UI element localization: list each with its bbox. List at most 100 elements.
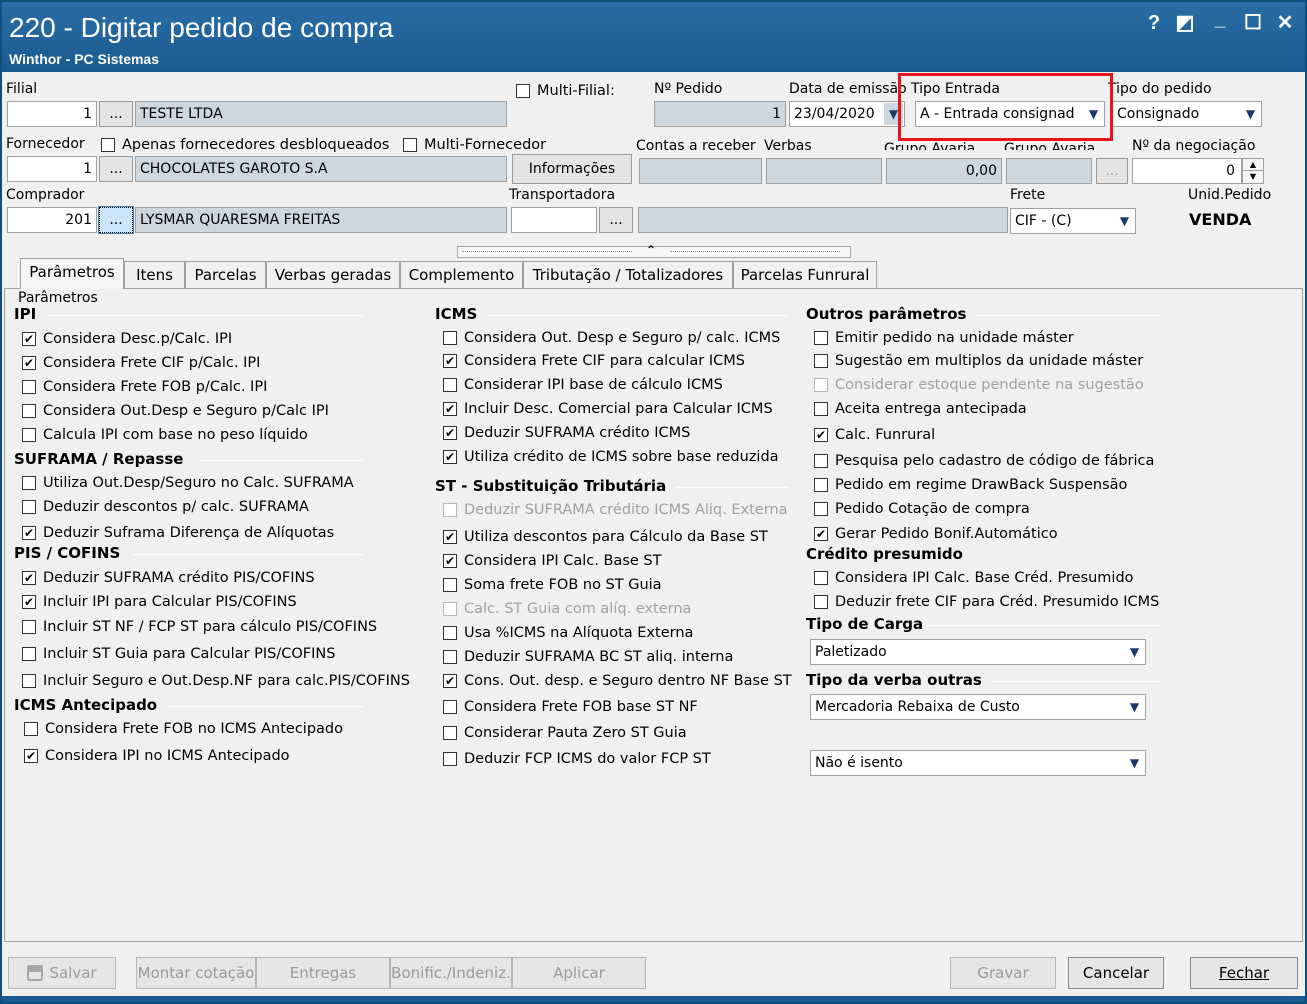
option-checkbox[interactable]: Deduzir frete CIF para Créd. Presumido I… bbox=[814, 592, 1159, 612]
help-icon[interactable]: ? bbox=[1141, 10, 1167, 36]
option-checkbox[interactable]: Deduzir SUFRAMA BC ST aliq. interna bbox=[443, 647, 733, 667]
transportadora-code-input[interactable] bbox=[511, 207, 597, 233]
transportadora-lookup-button[interactable]: ... bbox=[599, 207, 633, 233]
bonific-indeniz-button[interactable]: Bonific./Indeniz. bbox=[390, 957, 512, 989]
panel-splitter[interactable]: ⌃ bbox=[457, 243, 851, 258]
close-icon[interactable]: ✕ bbox=[1272, 10, 1298, 36]
grupo-avaria-lookup-button[interactable]: ... bbox=[1096, 158, 1128, 184]
filial-lookup-button[interactable]: ... bbox=[99, 101, 133, 127]
comprador-lookup-button[interactable]: ... bbox=[98, 206, 134, 234]
option-checkbox[interactable]: Aceita entrega antecipada bbox=[814, 399, 1027, 419]
informacoes-button[interactable]: Informações bbox=[512, 154, 632, 184]
option-checkbox[interactable]: Pedido em regime DrawBack Suspensão bbox=[814, 475, 1127, 495]
num-negociacao-spinner[interactable]: ▲ ▼ bbox=[1242, 158, 1264, 184]
option-checkbox[interactable]: Considera Frete FOB no ICMS Antecipado bbox=[24, 719, 343, 739]
multi-fornecedor-checkbox[interactable]: Multi-Fornecedor bbox=[403, 135, 546, 155]
tab-itens[interactable]: Itens bbox=[124, 261, 185, 288]
num-negociacao-input[interactable]: 0 bbox=[1132, 158, 1242, 184]
option-checkbox[interactable]: Considerar Pauta Zero ST Guia bbox=[443, 723, 687, 743]
montar-cotacao-button[interactable]: Montar cotação bbox=[136, 957, 256, 989]
maximize-icon[interactable]: ☐ bbox=[1240, 10, 1266, 36]
collapse-up-icon[interactable]: ⌃ bbox=[646, 243, 656, 257]
isento-select[interactable]: Não é isento ▼ bbox=[810, 750, 1146, 776]
data-emissao-picker[interactable]: 23/04/2020 ▼ bbox=[789, 101, 905, 127]
option-checkbox[interactable]: ✔ Considera IPI no ICMS Antecipado bbox=[24, 746, 290, 766]
option-checkbox[interactable]: Considera Out.Desp e Seguro p/Calc IPI bbox=[22, 401, 329, 421]
tab-parcelas[interactable]: Parcelas bbox=[185, 261, 266, 288]
option-checkbox[interactable]: Considera IPI Calc. Base Créd. Presumido bbox=[814, 568, 1134, 588]
salvar-button[interactable]: Salvar bbox=[8, 957, 116, 989]
option-checkbox[interactable]: ✔ Utiliza descontos para Cálculo da Base … bbox=[443, 527, 768, 547]
option-checkbox[interactable]: ✔ Considera IPI Calc. Base ST bbox=[443, 551, 661, 571]
option-checkbox[interactable]: ✔ Utiliza crédito de ICMS sobre base redu… bbox=[443, 447, 779, 467]
option-checkbox[interactable]: Sugestão em multiplos da unidade máster bbox=[814, 351, 1143, 371]
tab-complemento[interactable]: Complemento bbox=[400, 261, 523, 288]
checkbox-label: Considerar IPI base de cálculo ICMS bbox=[464, 377, 723, 393]
tipo-verba-select[interactable]: Mercadoria Rebaixa de Custo ▼ bbox=[810, 694, 1146, 720]
option-checkbox[interactable]: Incluir ST NF / FCP ST para cálculo PIS/… bbox=[22, 617, 377, 637]
gravar-button[interactable]: Gravar bbox=[950, 957, 1056, 989]
option-checkbox[interactable]: ✔ Cons. Out. desp. e Seguro dentro NF Bas… bbox=[443, 671, 792, 691]
option-checkbox[interactable]: ✔ Incluir IPI para Calcular PIS/COFINS bbox=[22, 592, 297, 612]
checked-icon: ✔ bbox=[443, 554, 457, 568]
option-checkbox[interactable]: Incluir ST Guia para Calcular PIS/COFINS bbox=[22, 644, 335, 664]
option-checkbox[interactable]: ✔ Deduzir SUFRAMA crédito ICMS bbox=[443, 423, 690, 443]
chevron-down-icon[interactable]: ▼ bbox=[1125, 641, 1144, 663]
option-checkbox[interactable]: ✔ Deduzir Suframa Diferença de Alíquotas bbox=[22, 523, 334, 543]
apenas-desbloqueados-checkbox[interactable]: Apenas fornecedores desbloqueados bbox=[101, 135, 389, 155]
option-checkbox[interactable]: Calcula IPI com base no peso líquido bbox=[22, 425, 308, 445]
tab-tributacao[interactable]: Tributação / Totalizadores bbox=[523, 261, 733, 288]
fornecedor-code-input[interactable]: 1 bbox=[7, 156, 97, 182]
chevron-down-icon[interactable]: ▼ bbox=[1241, 103, 1260, 125]
fornecedor-lookup-button[interactable]: ... bbox=[99, 156, 133, 182]
chevron-down-icon[interactable]: ▼ bbox=[1125, 752, 1144, 774]
option-checkbox[interactable]: Incluir Seguro e Out.Desp.NF para calc.P… bbox=[22, 671, 410, 691]
option-checkbox[interactable]: Considerar IPI base de cálculo ICMS bbox=[443, 375, 723, 395]
parametros-group-title: Parâmetros bbox=[18, 290, 98, 306]
option-checkbox[interactable]: ✔ Considera Desc.p/Calc. IPI bbox=[22, 329, 232, 349]
option-checkbox[interactable]: Usa %ICMS na Alíquota Externa bbox=[443, 623, 693, 643]
spin-up-icon[interactable]: ▲ bbox=[1243, 159, 1263, 171]
tab-verbas-geradas[interactable]: Verbas geradas bbox=[266, 261, 400, 288]
option-checkbox[interactable]: ✔ Calc. Funrural bbox=[814, 425, 935, 445]
option-checkbox[interactable]: ✔ Considera Frete CIF p/Calc. IPI bbox=[22, 353, 260, 373]
comprador-label: Comprador bbox=[6, 187, 85, 203]
cancelar-button[interactable]: Cancelar bbox=[1068, 957, 1164, 989]
entregas-button[interactable]: Entregas bbox=[256, 957, 390, 989]
chevron-down-icon[interactable]: ▼ bbox=[1115, 210, 1134, 232]
option-checkbox[interactable]: ✔ Considera Frete CIF para calcular ICMS bbox=[443, 351, 745, 371]
frete-select[interactable]: CIF - (C) ▼ bbox=[1010, 208, 1136, 234]
multi-filial-checkbox[interactable]: Multi-Filial: bbox=[516, 81, 615, 101]
option-checkbox[interactable]: Considera Out. Desp e Seguro p/ calc. IC… bbox=[443, 328, 780, 348]
restore-layout-icon[interactable]: ◩ bbox=[1172, 10, 1198, 36]
tab-parcelas-funrural[interactable]: Parcelas Funrural bbox=[733, 261, 877, 288]
fechar-button[interactable]: Fechar bbox=[1190, 957, 1298, 989]
option-checkbox[interactable]: Soma frete FOB no ST Guia bbox=[443, 575, 662, 595]
spin-down-icon[interactable]: ▼ bbox=[1243, 171, 1263, 183]
option-checkbox[interactable]: Pedido Cotação de compra bbox=[814, 499, 1030, 519]
option-checkbox[interactable]: Deduzir SUFRAMA crédito ICMS Aliq. Exter… bbox=[443, 500, 787, 520]
aplicar-button[interactable]: Aplicar bbox=[512, 957, 646, 989]
option-checkbox[interactable]: Considera Frete FOB base ST NF bbox=[443, 697, 698, 717]
bottom-border bbox=[2, 996, 1305, 1002]
tab-parametros[interactable]: Parâmetros bbox=[20, 258, 124, 289]
checkbox-label: Considerar estoque pendente na sugestão bbox=[835, 377, 1144, 393]
tipo-pedido-select[interactable]: Consignado ▼ bbox=[1112, 101, 1262, 127]
option-checkbox[interactable]: Considera Frete FOB p/Calc. IPI bbox=[22, 377, 267, 397]
comprador-code-input[interactable]: 201 bbox=[7, 207, 97, 233]
option-checkbox[interactable]: ✔ Deduzir SUFRAMA crédito PIS/COFINS bbox=[22, 568, 315, 588]
option-checkbox[interactable]: Emitir pedido na unidade máster bbox=[814, 328, 1074, 348]
option-checkbox[interactable]: Calc. ST Guia com alíq. externa bbox=[443, 599, 691, 619]
tipo-carga-select[interactable]: Paletizado ▼ bbox=[810, 639, 1146, 665]
minimize-icon[interactable]: _ bbox=[1207, 6, 1233, 32]
chevron-down-icon[interactable]: ▼ bbox=[1125, 696, 1144, 718]
option-checkbox[interactable]: Considerar estoque pendente na sugestão bbox=[814, 375, 1144, 395]
option-checkbox[interactable]: Deduzir FCP ICMS do valor FCP ST bbox=[443, 749, 711, 769]
option-checkbox[interactable]: Utiliza Out.Desp/Seguro no Calc. SUFRAMA bbox=[22, 473, 354, 493]
filial-code-input[interactable]: 1 bbox=[7, 101, 97, 127]
option-checkbox[interactable]: ✔ Incluir Desc. Comercial para Calcular I… bbox=[443, 399, 773, 419]
option-checkbox[interactable]: Deduzir descontos p/ calc. SUFRAMA bbox=[22, 497, 309, 517]
option-checkbox[interactable]: ✔ Gerar Pedido Bonif.Automático bbox=[814, 524, 1058, 544]
checked-icon: ✔ bbox=[24, 749, 38, 763]
option-checkbox[interactable]: Pesquisa pelo cadastro de código de fábr… bbox=[814, 451, 1154, 471]
